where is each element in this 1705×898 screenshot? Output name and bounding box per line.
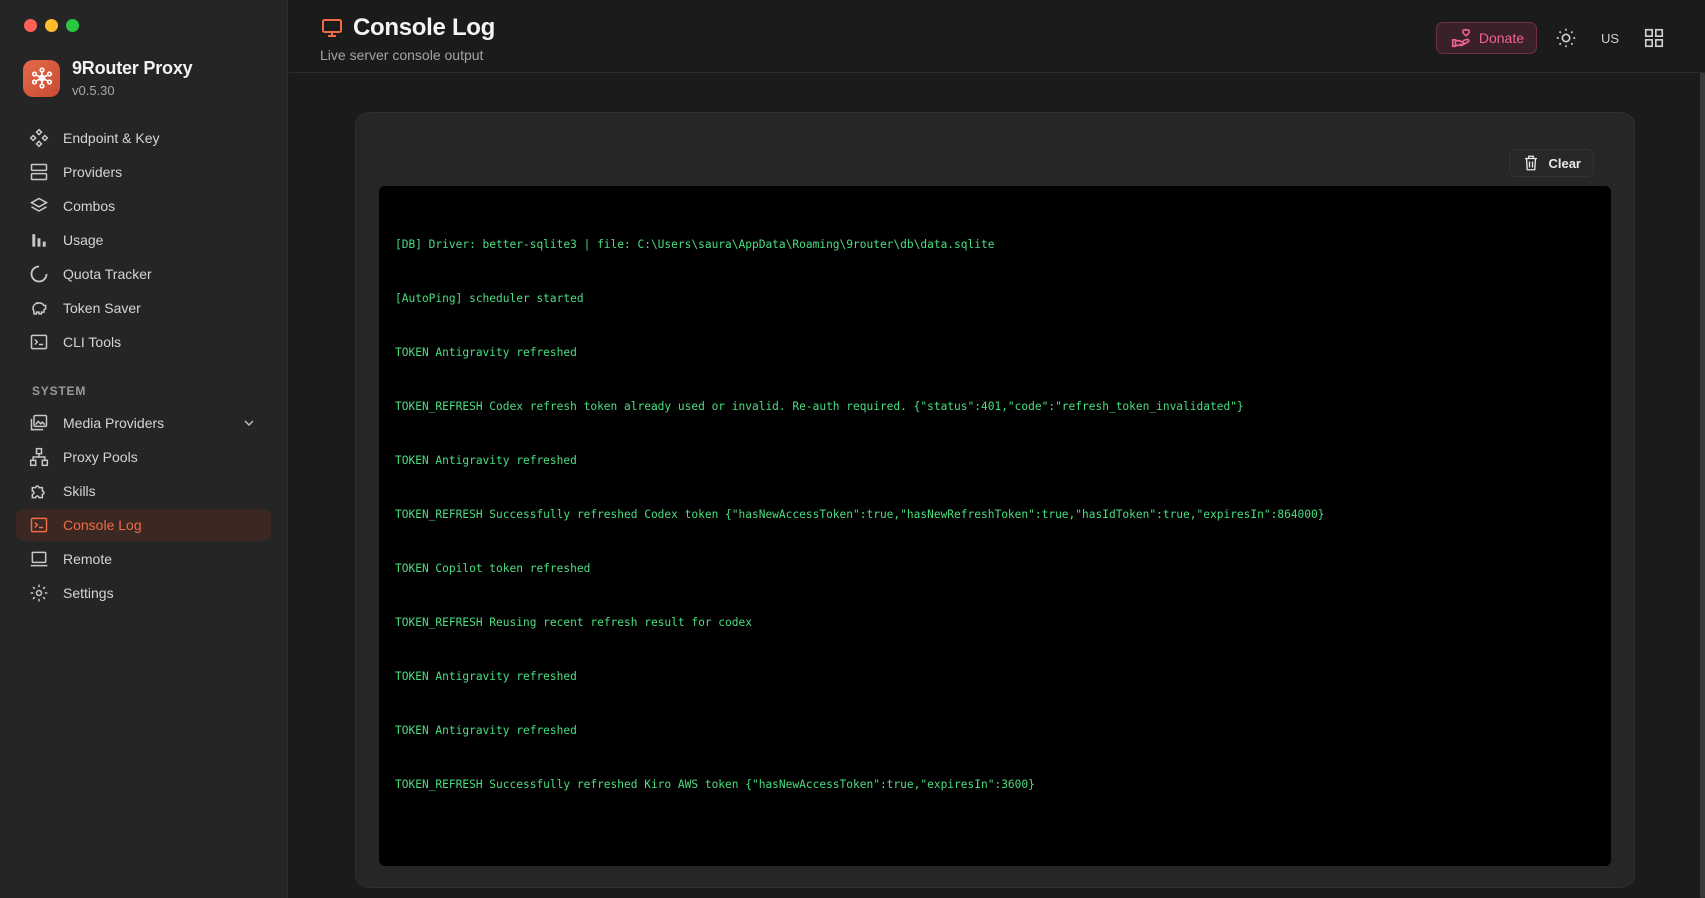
clear-button[interactable]: Clear [1509,149,1594,177]
sidebar-item-label: Remote [63,551,113,567]
sidebar-item-label: Media Providers [63,415,165,431]
page-scrollbar[interactable] [1700,73,1705,898]
log-line: TOKEN Copilot token refreshed [395,562,591,575]
sidebar-item-remote[interactable]: Remote [16,543,271,575]
app-version: v0.5.30 [72,83,115,98]
sidebar-item-quota-tracker[interactable]: Quota Tracker [16,258,271,290]
providers-icon [28,161,50,183]
minimize-window-button[interactable] [45,19,58,32]
log-line: [DB] Driver: better-sqlite3 | file: C:\U… [395,238,995,251]
sidebar-item-providers[interactable]: Providers [16,156,271,188]
console-card: Clear [DB] Driver: better-sqlite3 | file… [355,112,1635,888]
language-button[interactable]: US [1595,31,1625,46]
sidebar-item-label: Combos [63,198,116,214]
heart-hand-icon [1450,27,1472,49]
console-output[interactable]: [DB] Driver: better-sqlite3 | file: C:\U… [379,186,1611,866]
log-line: TOKEN_REFRESH Reusing recent refresh res… [395,616,752,629]
network-icon [28,446,50,468]
laptop-icon [28,548,50,570]
sidebar-item-label: CLI Tools [63,334,122,350]
scrollbar-thumb[interactable] [1700,73,1705,898]
maximize-window-button[interactable] [66,19,79,32]
trash-icon [1522,154,1540,172]
sidebar-item-usage[interactable]: Usage [16,224,271,256]
sidebar-item-proxy-pools[interactable]: Proxy Pools [16,441,271,473]
chevron-down-icon[interactable] [241,415,257,431]
log-line: TOKEN_REFRESH Successfully refreshed Cod… [395,508,1325,521]
log-line: TOKEN Antigravity refreshed [395,670,577,683]
sun-icon [1555,27,1577,49]
app-logo-icon [23,59,60,97]
theme-toggle-button[interactable] [1551,23,1581,53]
sidebar-item-console-log[interactable]: Console Log [16,509,271,541]
log-line: [AutoPing] scheduler started [395,292,584,305]
log-line: TOKEN Antigravity refreshed [395,724,577,737]
close-window-button[interactable] [24,19,37,32]
window-controls [24,19,79,32]
grid-menu-button[interactable] [1639,23,1669,53]
sidebar: 9Router Proxy v0.5.30 Endpoint & Key Pro… [0,0,288,898]
sidebar-nav: Endpoint & Key Providers Combos Usage Qu… [16,122,271,611]
app-name: 9Router Proxy [72,58,193,78]
page-header: Console Log Live server console output D… [289,0,1705,73]
log-line: TOKEN Antigravity refreshed [395,346,577,359]
piggy-bank-icon [28,297,50,319]
sidebar-item-endpoint-key[interactable]: Endpoint & Key [16,122,271,154]
sidebar-item-cli-tools[interactable]: CLI Tools [16,326,271,358]
sidebar-item-label: Quota Tracker [63,266,152,282]
page-subtitle: Live server console output [320,47,484,63]
log-line: TOKEN Antigravity refreshed [395,454,577,467]
endpoint-icon [28,127,50,149]
donate-button[interactable]: Donate [1435,22,1537,54]
log-line: TOKEN_REFRESH Codex refresh token alread… [395,400,1244,413]
sidebar-item-label: Proxy Pools [63,449,138,465]
sidebar-item-combos[interactable]: Combos [16,190,271,222]
quota-icon [28,263,50,285]
sidebar-item-label: Console Log [63,517,142,533]
sidebar-item-settings[interactable]: Settings [16,577,271,609]
sidebar-item-token-saver[interactable]: Token Saver [16,292,271,324]
layers-icon [28,195,50,217]
console-icon [28,514,50,536]
monitor-icon [320,16,344,40]
media-icon [28,412,50,434]
sidebar-item-label: Providers [63,164,123,180]
gear-icon [28,582,50,604]
sidebar-item-label: Token Saver [63,300,141,316]
grid-icon [1643,27,1665,49]
sidebar-item-media-providers[interactable]: Media Providers [16,407,271,439]
sidebar-item-label: Settings [63,585,114,601]
brand[interactable]: 9Router Proxy v0.5.30 [23,58,193,98]
terminal-icon [28,331,50,353]
sidebar-item-label: Skills [63,483,96,499]
clear-label: Clear [1548,155,1581,171]
donate-label: Donate [1478,30,1524,46]
page-title: Console Log [353,14,496,41]
sidebar-item-label: Endpoint & Key [63,130,160,146]
section-label-system: SYSTEM [32,384,87,398]
puzzle-icon [28,480,50,502]
log-line: TOKEN_REFRESH Successfully refreshed Kir… [395,778,1035,791]
sidebar-item-skills[interactable]: Skills [16,475,271,507]
bar-chart-icon [28,229,50,251]
sidebar-item-label: Usage [63,232,104,248]
